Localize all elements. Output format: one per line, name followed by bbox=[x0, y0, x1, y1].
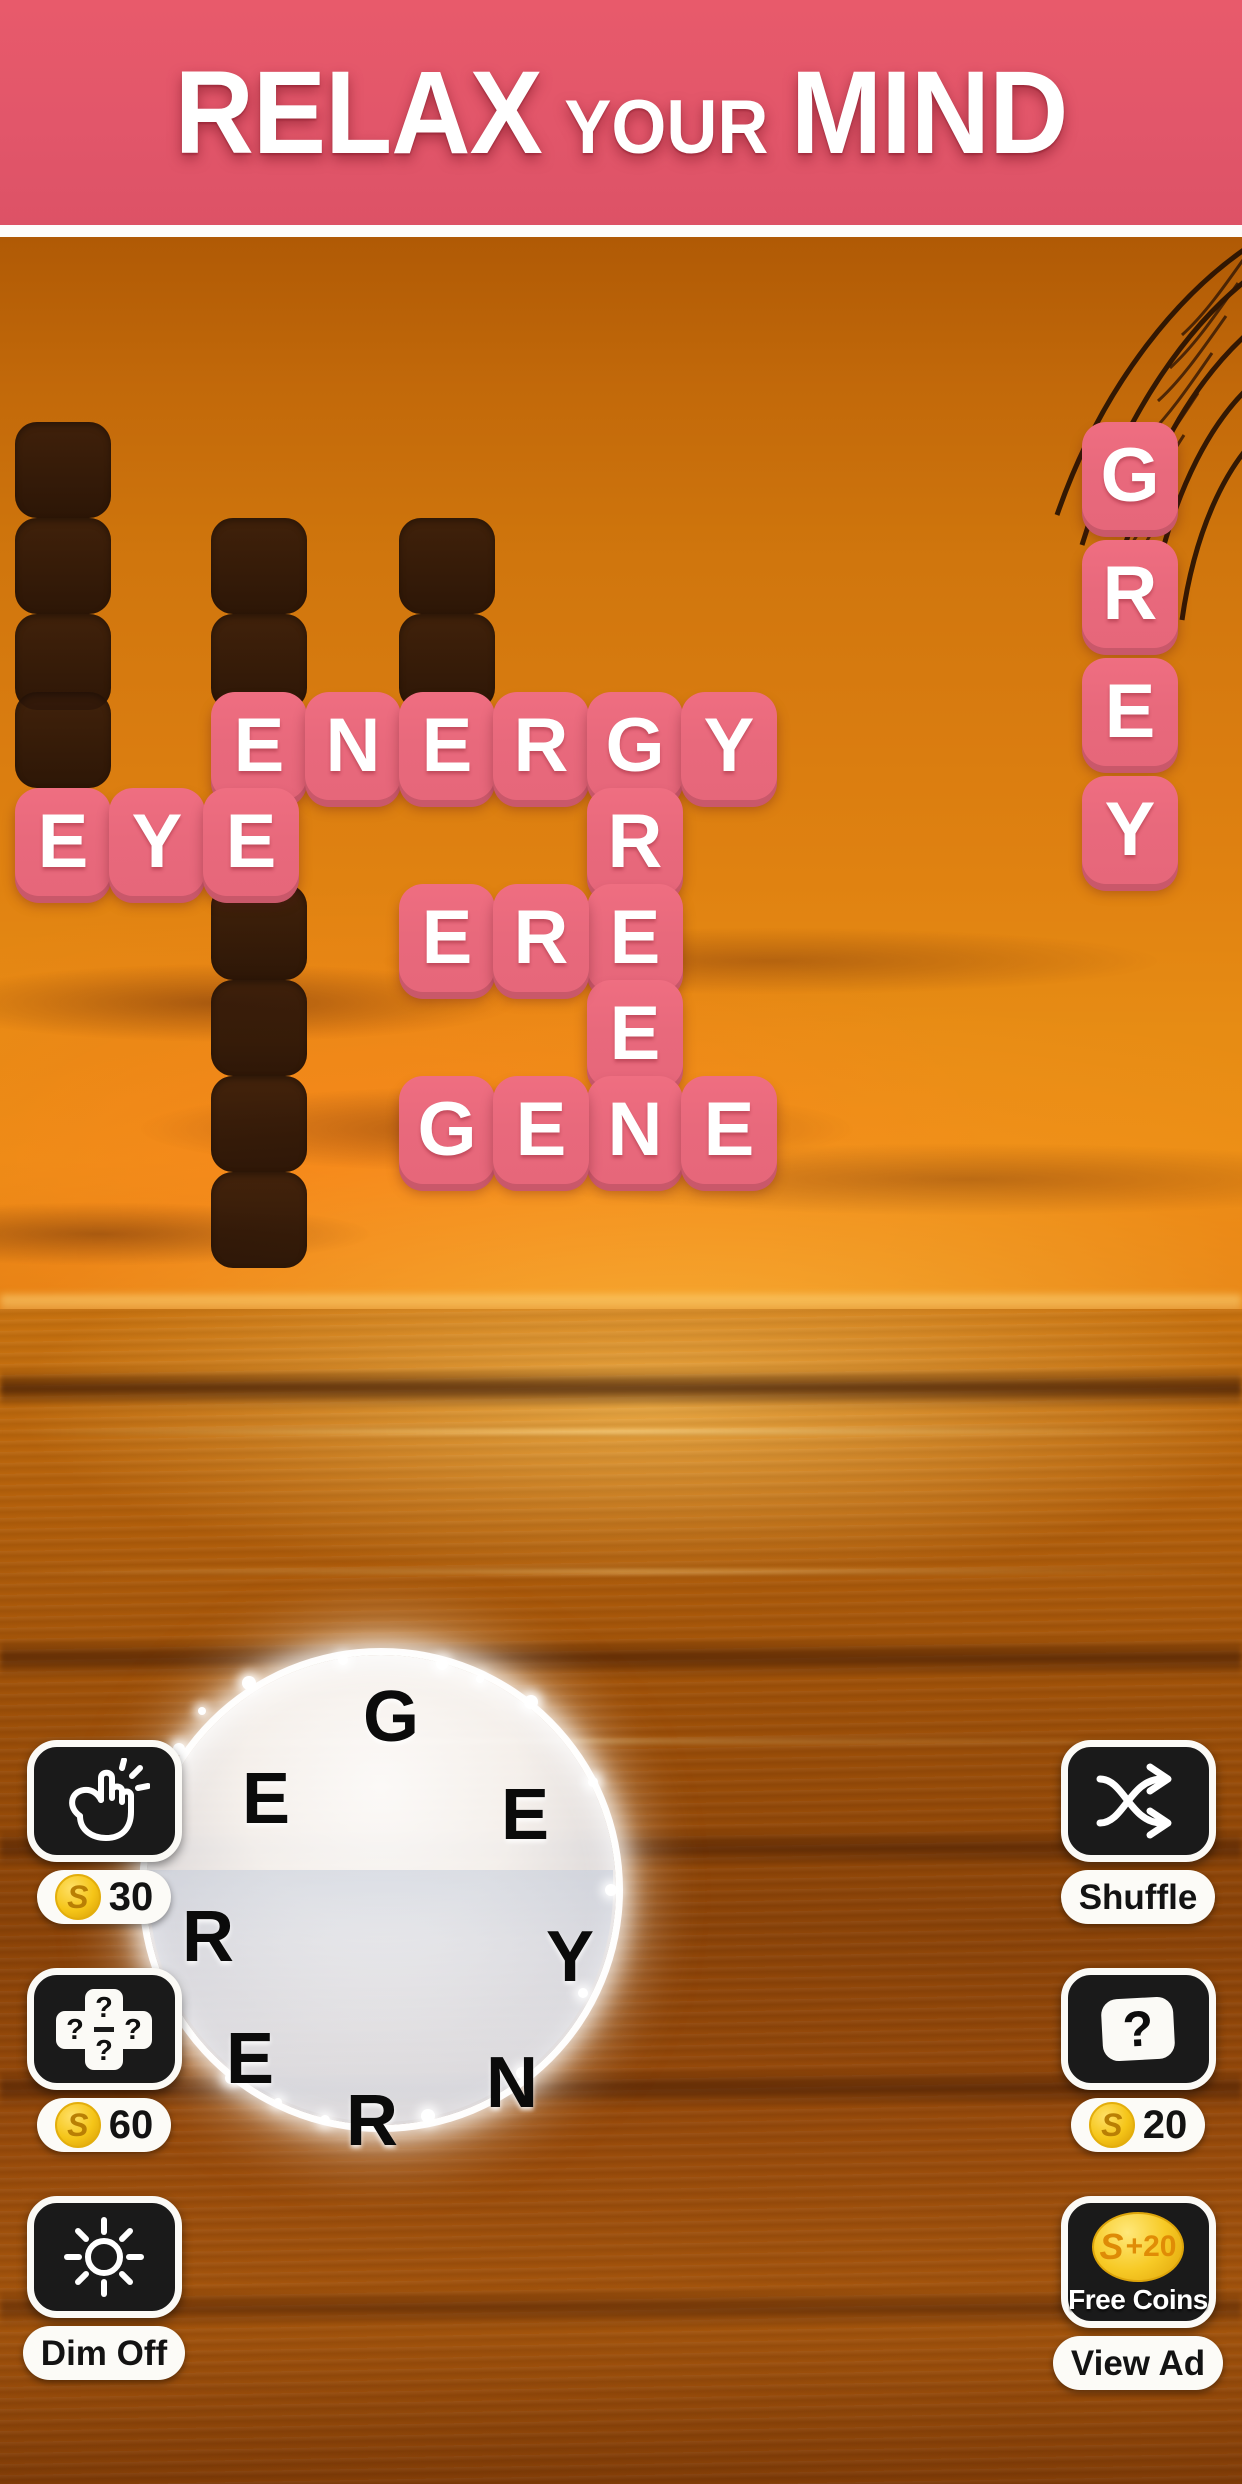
hint-tap-group: S 30 bbox=[14, 1740, 194, 1924]
ad-word-your: YOUR bbox=[564, 84, 769, 170]
grid-empty-cell bbox=[15, 518, 111, 614]
grid-letter-tile: G bbox=[399, 1076, 495, 1184]
free-coins-label: Free Coins bbox=[1068, 2284, 1208, 2315]
view-ad-pill[interactable]: View Ad bbox=[1052, 2336, 1224, 2390]
grid-letter-tile: E bbox=[493, 1076, 589, 1184]
grid-letter-tile: E bbox=[399, 692, 495, 800]
grid-letter-tile: E bbox=[681, 1076, 777, 1184]
shuffle-group: Shuffle bbox=[1048, 1740, 1228, 1924]
game-screen: RELAX YOUR MIND GREYENERGYEYEREENERGEE G… bbox=[0, 0, 1242, 2484]
hint-letter-group: ? S 20 bbox=[1048, 1968, 1228, 2152]
hint-reveal-cost: 60 bbox=[108, 2103, 154, 2147]
sparkle-icon bbox=[421, 2108, 435, 2123]
sparkle-icon bbox=[524, 1695, 539, 1709]
wheel-letter[interactable]: R bbox=[334, 2081, 410, 2161]
grid-empty-cell bbox=[211, 518, 307, 614]
crossword-grid: GREYENERGYEYEREENERGEE bbox=[0, 237, 1242, 1637]
grid-letter-tile: N bbox=[587, 1076, 683, 1184]
ad-banner-text: RELAX YOUR MIND bbox=[174, 46, 1069, 179]
banner-divider bbox=[0, 225, 1242, 237]
wheel-letter[interactable]: E bbox=[228, 1759, 304, 1839]
grid-letter-tile: E bbox=[399, 884, 495, 992]
dim-toggle-button[interactable] bbox=[26, 2196, 182, 2318]
grid-letter-tile: Y bbox=[681, 692, 777, 800]
ad-word-relax: RELAX bbox=[174, 46, 543, 179]
sparkle-icon bbox=[319, 2115, 330, 2126]
grid-letter-tile: Y bbox=[1082, 776, 1178, 884]
coin-icon: S bbox=[54, 2102, 101, 2148]
sparkle-icon bbox=[475, 1674, 484, 1683]
grid-letter-tile: R bbox=[1082, 540, 1178, 648]
grid-empty-cell bbox=[211, 1076, 307, 1172]
shuffle-arrows-icon bbox=[1096, 1763, 1172, 1839]
wheel-letter[interactable]: E bbox=[212, 2019, 288, 2099]
grid-letter-tile: E bbox=[587, 884, 683, 992]
wheel-letter[interactable]: G bbox=[353, 1677, 429, 1757]
grid-letter-tile: E bbox=[15, 788, 111, 896]
wheel-letter[interactable]: E bbox=[487, 1775, 563, 1855]
wheel-letter[interactable]: Y bbox=[532, 1917, 608, 1997]
hint-tap-cost-pill: S 30 bbox=[36, 1870, 172, 1924]
grid-empty-cell bbox=[211, 980, 307, 1076]
coin-icon: S bbox=[54, 1874, 101, 1920]
ad-word-mind: MIND bbox=[790, 46, 1069, 179]
grid-empty-cell bbox=[15, 692, 111, 788]
grid-letter-tile: E bbox=[587, 980, 683, 1088]
coin-icon: S bbox=[1088, 2102, 1135, 2148]
wheel-letter[interactable]: N bbox=[474, 2043, 550, 2123]
dim-toggle-label: Dim Off bbox=[40, 2333, 168, 2373]
hint-reveal-cost-pill: S 60 bbox=[36, 2098, 172, 2152]
hint-reveal-button[interactable]: ? ? ? ? bbox=[26, 1968, 182, 2090]
hint-tap-cost: 30 bbox=[108, 1875, 154, 1919]
hint-reveal-group: ? ? ? ? S 60 bbox=[14, 1968, 194, 2152]
dim-toggle-label-pill: Dim Off bbox=[22, 2326, 186, 2380]
sparkle-icon bbox=[242, 1676, 257, 1691]
grid-letter-tile: G bbox=[587, 692, 683, 800]
free-coins-group: S +20 Free Coins View Ad bbox=[1048, 2196, 1228, 2390]
dim-toggle-group: Dim Off bbox=[14, 2196, 194, 2380]
shuffle-label: Shuffle bbox=[1078, 1877, 1198, 1917]
letter-wheel[interactable]: GEYNRERE bbox=[145, 1654, 618, 2157]
ad-banner[interactable]: RELAX YOUR MIND bbox=[0, 0, 1242, 225]
grid-letter-tile: E bbox=[1082, 658, 1178, 766]
grid-letter-tile: G bbox=[1082, 422, 1178, 530]
grid-letter-tile: R bbox=[587, 788, 683, 896]
right-controls: Shuffle ? S 20 S +20 Free Coins View Ad bbox=[1048, 1740, 1228, 2434]
sparkle-icon bbox=[198, 1707, 207, 1716]
tap-hand-icon bbox=[69, 1758, 150, 1841]
shuffle-label-pill: Shuffle bbox=[1060, 1870, 1216, 1924]
sparkle-icon bbox=[338, 1654, 349, 1665]
grid-empty-cell bbox=[211, 1172, 307, 1268]
free-coins-button[interactable]: S +20 Free Coins bbox=[1060, 2196, 1216, 2328]
view-ad-label: View Ad bbox=[1070, 2343, 1206, 2383]
shuffle-button[interactable] bbox=[1060, 1740, 1216, 1862]
sparkle-icon bbox=[605, 1884, 618, 1896]
left-controls: S 30 ? ? ? ? S 60 Dim Off bbox=[14, 1740, 194, 2424]
grid-letter-tile: N bbox=[305, 692, 401, 800]
grid-empty-cell bbox=[399, 518, 495, 614]
hint-letter-cost: 20 bbox=[1142, 2103, 1188, 2147]
grid-letter-tile: R bbox=[493, 692, 589, 800]
question-mark-icon: ? bbox=[1100, 1996, 1176, 2062]
grid-empty-cell bbox=[211, 884, 307, 980]
brightness-sun-icon bbox=[64, 2217, 144, 2297]
sparkle-icon bbox=[587, 1776, 598, 1787]
question-tiles-icon: ? ? ? ? bbox=[56, 1989, 152, 2070]
free-coins-amount: +20 bbox=[1125, 2230, 1177, 2263]
grid-letter-tile: R bbox=[493, 884, 589, 992]
grid-letter-tile: Y bbox=[109, 788, 205, 896]
grid-letter-tile: E bbox=[203, 788, 299, 896]
coin-plus-icon: S +20 bbox=[1092, 2212, 1184, 2282]
grid-letter-tile: E bbox=[211, 692, 307, 800]
hint-letter-button[interactable]: ? bbox=[1060, 1968, 1216, 2090]
sparkle-icon bbox=[436, 1658, 449, 1671]
hint-letter-cost-pill: S 20 bbox=[1070, 2098, 1206, 2152]
grid-empty-cell bbox=[15, 422, 111, 518]
hint-tap-button[interactable] bbox=[26, 1740, 182, 1862]
